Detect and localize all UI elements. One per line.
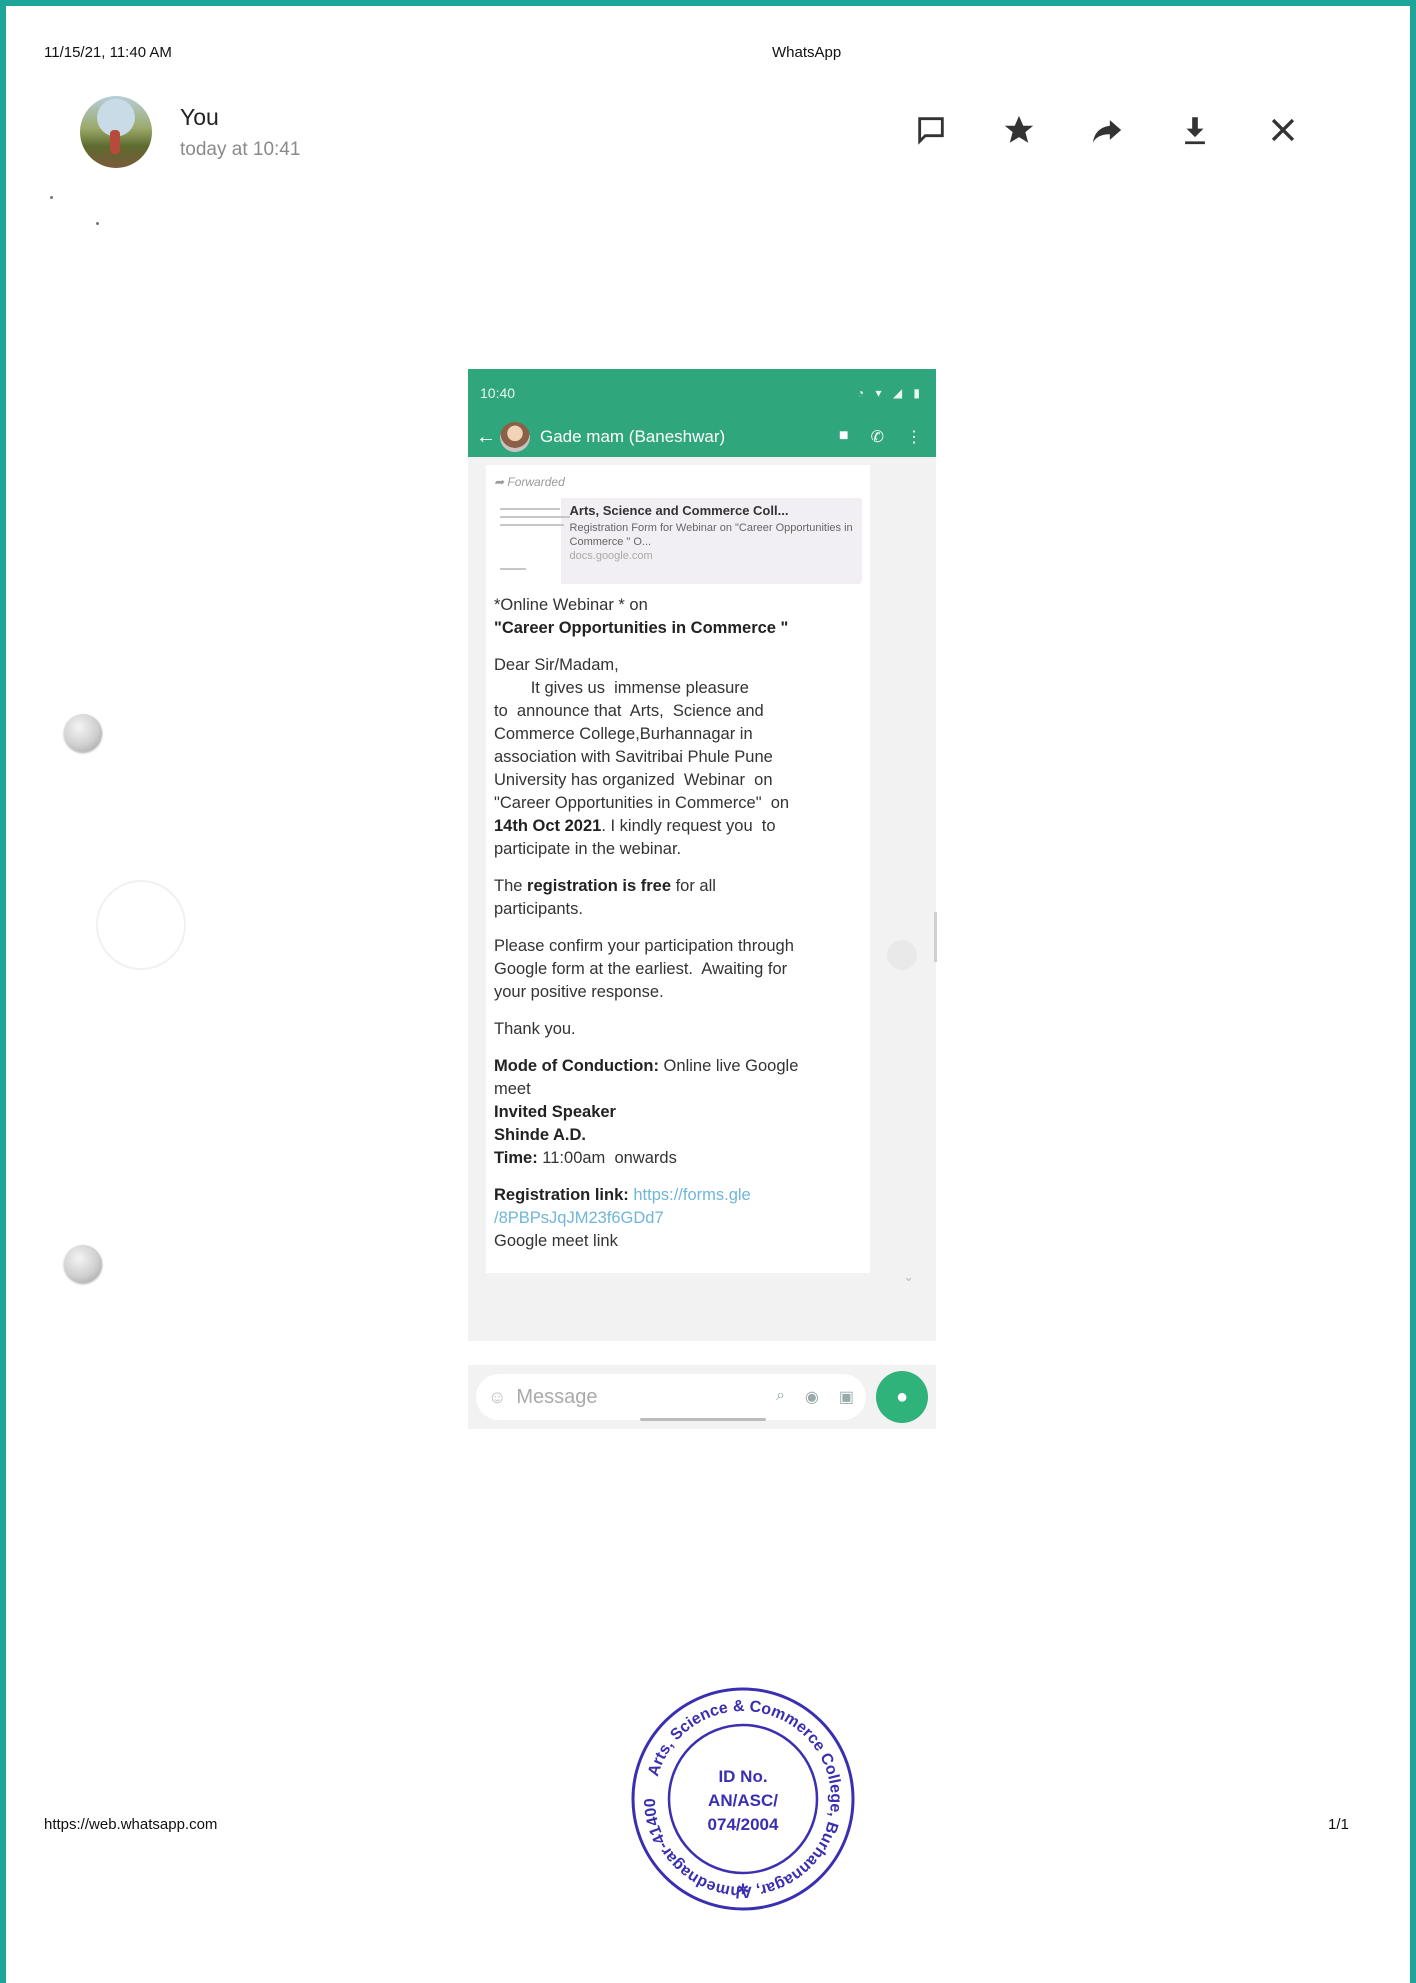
punch-hole bbox=[64, 714, 102, 752]
video-call-icon[interactable]: ■ bbox=[839, 427, 849, 447]
message-paragraph: The registration is free for all partici… bbox=[494, 877, 716, 918]
voice-call-icon[interactable]: ✆ bbox=[871, 427, 884, 447]
star-button[interactable] bbox=[1002, 110, 1090, 150]
sender-time: today at 10:41 bbox=[180, 138, 301, 160]
contact-name[interactable]: Gade mam (Baneshwar) bbox=[540, 427, 839, 447]
contact-avatar[interactable] bbox=[500, 422, 530, 452]
print-url: https://web.whatsapp.com bbox=[44, 1816, 218, 1833]
message-links: Registration link: https://forms.gle /8P… bbox=[494, 1186, 751, 1250]
chat-header: ← Gade mam (Baneshwar) ■ ✆ ⋮ bbox=[468, 417, 936, 457]
link-thumbnail bbox=[494, 498, 570, 584]
punch-hole bbox=[64, 1245, 102, 1283]
scan-mark bbox=[96, 880, 186, 970]
status-icons: ◔ ▾ ◢ ▮ bbox=[856, 386, 924, 400]
attach-icon[interactable]: ⌕ bbox=[776, 1387, 785, 1407]
message-heading: *Online Webinar * on "Career Opportuniti… bbox=[494, 596, 789, 637]
phone-screenshot[interactable]: 10:40 ◔ ▾ ◢ ▮ ← Gade mam (Baneshwar) ■ ✆… bbox=[468, 369, 936, 1429]
reply-icon bbox=[918, 117, 944, 145]
status-time: 10:40 bbox=[480, 385, 516, 401]
side-mark bbox=[887, 940, 917, 970]
stamp-star-icon: ✲ bbox=[737, 1881, 749, 1897]
message-input[interactable]: ☺ Message ⌕ ◉ ▣ bbox=[476, 1374, 866, 1420]
more-options-icon[interactable]: ⋮ bbox=[906, 427, 922, 447]
camera-icon[interactable]: ▣ bbox=[839, 1387, 854, 1407]
phone-status-bar: 10:40 ◔ ▾ ◢ ▮ bbox=[468, 369, 936, 417]
message-paragraph: Dear Sir/Madam, It gives us immense plea… bbox=[494, 656, 790, 858]
chat-body: ➦ Forwarded Arts, Science and Commerce C… bbox=[468, 457, 936, 1341]
mic-icon: ● bbox=[895, 1385, 909, 1408]
stamp-id-line3: 074/2004 bbox=[708, 1815, 779, 1834]
media-toolbar bbox=[914, 110, 1354, 150]
scan-speck bbox=[96, 222, 99, 225]
forward-button[interactable] bbox=[1090, 110, 1178, 150]
forwarded-label: ➦ Forwarded bbox=[494, 475, 565, 489]
print-app-title: WhatsApp bbox=[772, 44, 842, 61]
message-paragraph: Thank you. bbox=[494, 1020, 576, 1038]
message-bubble: ➦ Forwarded Arts, Science and Commerce C… bbox=[486, 465, 870, 1273]
sender-name: You bbox=[180, 103, 219, 130]
sender-info: You today at 10:41 bbox=[80, 96, 300, 168]
close-icon bbox=[1271, 118, 1295, 142]
payment-icon[interactable]: ◉ bbox=[805, 1387, 819, 1407]
link-preview[interactable]: Arts, Science and Commerce Coll... Regis… bbox=[494, 498, 862, 584]
print-datetime: 11/15/21, 11:40 AM bbox=[44, 44, 172, 61]
link-title: Arts, Science and Commerce Coll... bbox=[569, 503, 789, 518]
forward-icon bbox=[1092, 120, 1122, 143]
scan-speck bbox=[50, 196, 53, 199]
download-icon bbox=[1185, 117, 1205, 145]
back-arrow-icon[interactable]: ← bbox=[476, 426, 496, 449]
college-stamp: Arts, Science & Commerce College, Burhan… bbox=[628, 1684, 855, 1911]
home-indicator bbox=[640, 1418, 766, 1421]
avatar bbox=[80, 96, 152, 168]
link-domain: docs.google.com bbox=[569, 550, 653, 562]
close-button[interactable] bbox=[1266, 110, 1354, 150]
scroll-down-icon[interactable]: ⌄ bbox=[903, 1269, 914, 1285]
side-scroll-mark bbox=[934, 912, 937, 962]
stamp-id-line1: ID No. bbox=[718, 1767, 767, 1786]
stamp-id-line2: AN/ASC/ bbox=[708, 1791, 778, 1810]
mic-button[interactable]: ● bbox=[876, 1371, 928, 1423]
message-details: Mode of Conduction: Online live Google m… bbox=[494, 1057, 799, 1167]
download-button[interactable] bbox=[1178, 110, 1266, 150]
emoji-icon[interactable]: ☺ bbox=[488, 1387, 506, 1408]
print-page-number: 1/1 bbox=[1328, 1816, 1349, 1833]
reply-button[interactable] bbox=[914, 110, 1002, 150]
link-description: Registration Form for Webinar on "Career… bbox=[569, 522, 853, 548]
star-icon bbox=[1004, 115, 1034, 143]
message-paragraph: Please confirm your participation throug… bbox=[494, 937, 794, 1001]
